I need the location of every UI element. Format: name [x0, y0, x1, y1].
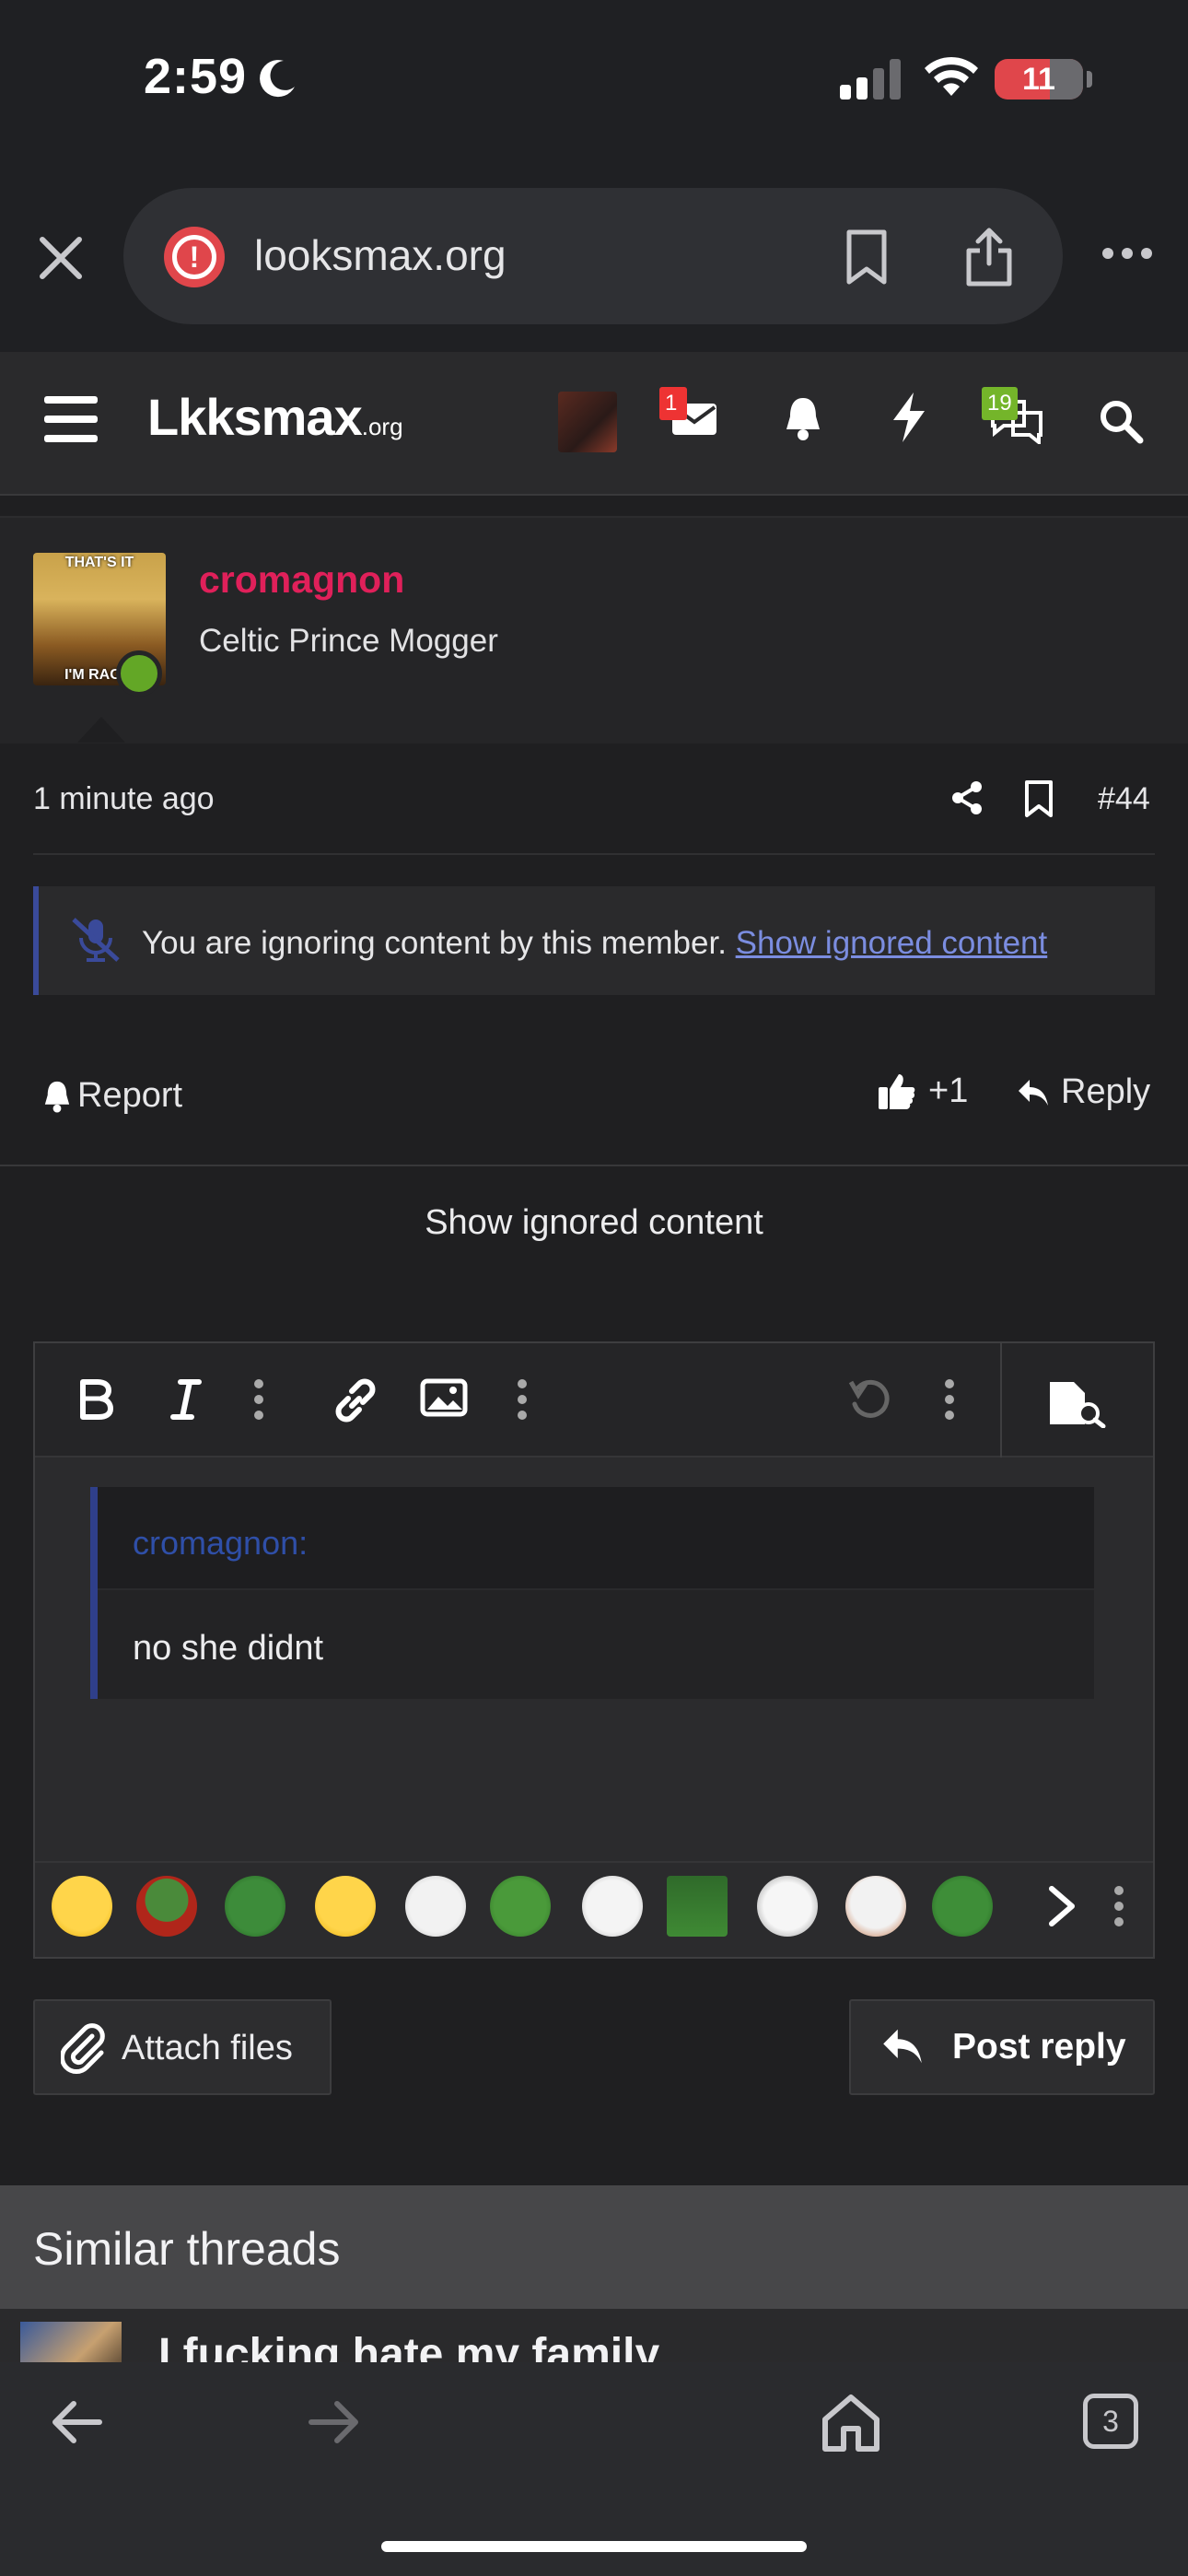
more-insert-options-icon[interactable]	[516, 1378, 529, 1421]
wifi-icon	[925, 56, 978, 96]
post-timestamp[interactable]: 1 minute ago	[33, 781, 215, 817]
undo-icon[interactable]	[847, 1378, 893, 1423]
logo-suffix: .org	[361, 413, 403, 440]
divider	[0, 1165, 1188, 1166]
reply-icon	[883, 2029, 922, 2064]
report-button[interactable]: Report	[41, 1076, 182, 1116]
pepe-sad-smilie[interactable]	[932, 1876, 993, 1937]
user-block-pointer	[77, 717, 125, 743]
bookmark-icon[interactable]	[842, 228, 891, 286]
account-avatar[interactable]	[558, 392, 617, 452]
bold-icon[interactable]	[77, 1378, 114, 1421]
user-title: Celtic Prince Mogger	[199, 623, 498, 659]
back-arrow-icon[interactable]	[50, 2399, 103, 2445]
share-post-icon[interactable]	[949, 779, 985, 816]
avatar-caption-top: THAT'S IT	[64, 555, 134, 570]
image-icon[interactable]	[420, 1378, 468, 1417]
link-icon[interactable]	[332, 1378, 379, 1423]
preview-icon[interactable]	[1046, 1378, 1107, 1428]
ignored-text: You are ignoring content by this member.	[142, 925, 727, 961]
like-button[interactable]: +1	[877, 1071, 968, 1111]
meme-face-smilie[interactable]	[757, 1876, 818, 1937]
similar-threads-title: Similar threads	[33, 2223, 341, 2275]
site-warning-icon[interactable]: !	[164, 227, 225, 287]
moon-icon	[260, 60, 295, 98]
reply-button[interactable]: Reply	[1015, 1072, 1150, 1112]
site-logo[interactable]: Lkksmax.org	[147, 387, 403, 447]
mute-microphone-icon	[72, 918, 120, 962]
toolbar-separator	[1000, 1343, 1002, 1458]
forward-arrow-icon[interactable]	[308, 2399, 361, 2445]
bookmark-post-icon[interactable]	[1022, 779, 1055, 818]
url-text[interactable]: looksmax.org	[254, 230, 507, 280]
inbox-badge: 1	[659, 387, 687, 420]
editor-toolbar	[35, 1343, 1153, 1458]
grinning-smilie[interactable]	[315, 1876, 376, 1937]
pepe-angry-smilie[interactable]	[225, 1876, 285, 1937]
like-count: +1	[928, 1071, 969, 1110]
paperclip-icon	[61, 2023, 105, 2075]
more-editor-options-icon[interactable]	[943, 1378, 956, 1421]
crying-wojak-smilie[interactable]	[845, 1876, 906, 1937]
more-smilies-icon[interactable]	[1112, 1885, 1125, 1927]
wojak-smilie[interactable]	[405, 1876, 466, 1937]
show-ignored-link[interactable]: Show ignored content	[736, 925, 1048, 961]
crying-laughing-smilie[interactable]	[52, 1876, 112, 1937]
battery-level: 11	[1022, 61, 1055, 97]
ignored-message: You are ignoring content by this member.…	[142, 925, 1047, 962]
conversations-badge: 19	[982, 387, 1018, 420]
lightning-icon[interactable]	[890, 391, 928, 444]
more-icon[interactable]	[1101, 247, 1153, 260]
logo-text: Lkksmax	[147, 388, 363, 446]
pepe-laugh-smilie[interactable]	[490, 1876, 551, 1937]
online-status-indicator	[116, 650, 162, 697]
pepe-stare-smilie[interactable]	[667, 1876, 728, 1937]
show-ignored-content-button[interactable]: Show ignored content	[0, 1203, 1188, 1243]
reply-label: Reply	[1061, 1072, 1151, 1111]
quote-author: cromagnon:	[133, 1524, 309, 1562]
quote-text: no she didnt	[133, 1629, 324, 1668]
clock: 2:59	[144, 49, 248, 104]
divider	[33, 853, 1155, 855]
post-number[interactable]: #44	[1098, 781, 1150, 817]
share-icon[interactable]	[963, 227, 1015, 287]
cell-signal-icon	[840, 59, 901, 100]
attach-files-label: Attach files	[122, 2029, 293, 2067]
italic-icon[interactable]	[169, 1378, 203, 1421]
menu-icon[interactable]	[42, 394, 99, 444]
chevron-right-icon[interactable]	[1046, 1885, 1077, 1927]
close-icon[interactable]	[33, 230, 88, 286]
more-text-options-icon[interactable]	[252, 1378, 265, 1421]
username-link[interactable]: cromagnon	[199, 558, 404, 602]
thumbs-up-icon	[879, 1074, 915, 1109]
home-icon[interactable]	[820, 2392, 882, 2453]
bell-icon[interactable]	[781, 394, 825, 442]
report-label: Report	[77, 1076, 183, 1115]
pepe-smilie[interactable]	[136, 1876, 197, 1937]
post-reply-label: Post reply	[952, 2027, 1126, 2067]
battery-icon: 11	[995, 59, 1092, 100]
home-indicator	[381, 2541, 807, 2552]
bell-icon	[44, 1081, 70, 1113]
tabs-button[interactable]: 3	[1083, 2394, 1138, 2449]
post-user-block	[0, 518, 1188, 744]
reply-icon	[1019, 1079, 1048, 1106]
soyjak-smilie[interactable]	[582, 1876, 643, 1937]
search-icon[interactable]	[1098, 398, 1144, 444]
